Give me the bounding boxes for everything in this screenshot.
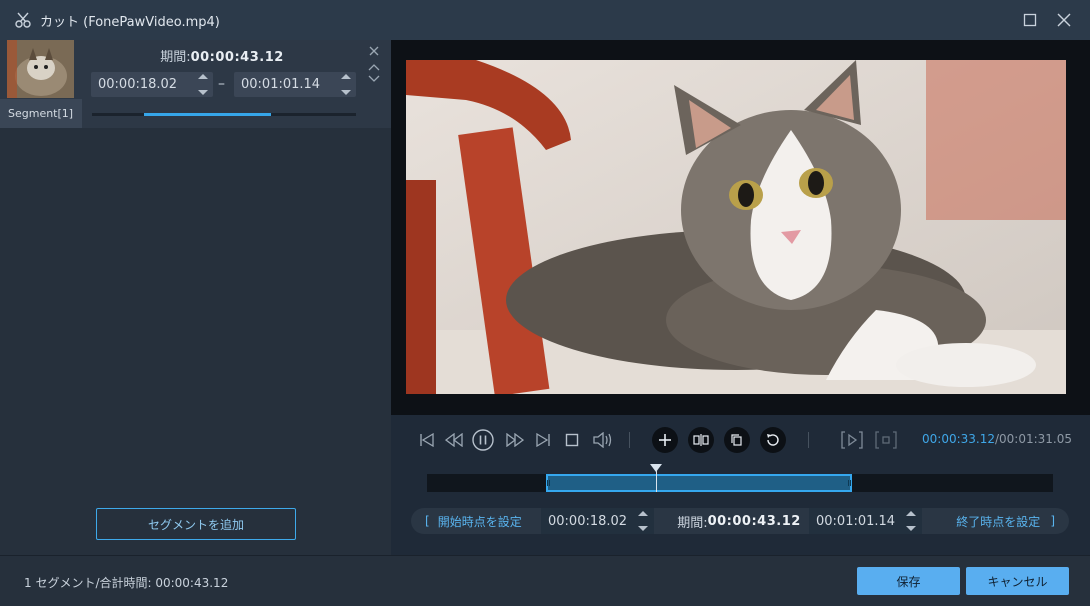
trim-timeline[interactable] [427,464,1053,492]
playback-controls: 00:00:33.12/00:01:31.05 [ 開始時点を設定 00:00:… [391,415,1090,555]
spin-up-icon[interactable] [341,74,351,79]
spin-down-icon[interactable] [198,90,208,95]
move-down-icon[interactable] [367,73,381,85]
trim-end-value: 00:01:01.14 [816,513,896,529]
segment-start-value: 00:00:18.02 [98,77,178,92]
video-preview[interactable] [406,60,1066,394]
spin-down-icon[interactable] [341,90,351,95]
playback-timecode: 00:00:33.12/00:01:31.05 [922,432,1072,446]
duration-label: 期間: [160,50,191,65]
divider [808,432,809,448]
set-end-label: 終了時点を設定 [956,514,1041,529]
scissors-icon [12,9,34,31]
move-up-icon[interactable] [367,61,381,73]
trim-duration-label: 期間: [677,515,708,531]
set-start-button[interactable]: [ 開始時点を設定 [425,508,522,534]
footer: 1 セグメント/合計時間: 00:00:43.12 保存 キャンセル [0,555,1090,606]
trim-duration: 期間: 00:00:43.12 [661,508,817,534]
segment-panel: Segment[1] 期間:00:00:43.12 00:00:18.02 – … [0,40,391,555]
trim-start-field[interactable]: 00:00:18.02 [541,508,654,534]
trim-duration-value: 00:00:43.12 [707,513,801,529]
trim-end-handle[interactable] [848,480,851,486]
fast-forward-icon[interactable] [504,429,526,451]
pause-button[interactable] [472,429,494,451]
add-cut-icon[interactable] [652,427,678,453]
segment-card[interactable]: Segment[1] 期間:00:00:43.12 00:00:18.02 – … [0,40,391,128]
spin-up-icon[interactable] [906,511,916,516]
trim-start-handle[interactable] [547,480,550,486]
split-icon[interactable] [688,427,714,453]
segment-duration: 期間:00:00:43.12 [82,46,362,65]
skip-to-start-icon[interactable] [416,429,438,451]
segment-end-stepper[interactable] [340,74,352,95]
segment-name: Segment[1] [0,99,82,128]
spin-down-icon[interactable] [638,526,648,531]
time-separator: – [218,76,225,92]
spin-down-icon[interactable] [906,526,916,531]
play-segment-icon[interactable] [841,429,863,451]
duration-value: 00:00:43.12 [190,50,284,65]
trim-bar: [ 開始時点を設定 00:00:18.02 期間: 00:00:43.12 00:… [411,508,1069,534]
segment-thumbnail [7,40,74,98]
segment-end-value: 00:01:01.14 [241,77,321,92]
trim-start-stepper[interactable] [637,511,649,531]
set-end-button[interactable]: 終了時点を設定 ] [956,508,1055,534]
segment-start-stepper[interactable] [197,74,209,95]
stop-segment-icon[interactable] [875,429,897,451]
video-area [391,40,1090,415]
trim-start-value: 00:00:18.02 [548,513,628,529]
add-segment-button[interactable]: セグメントを追加 [96,508,296,540]
save-button[interactable]: 保存 [857,567,960,595]
segment-start-field[interactable]: 00:00:18.02 [91,72,213,97]
spin-up-icon[interactable] [198,74,208,79]
trim-end-field[interactable]: 00:01:01.14 [809,508,922,534]
skip-to-end-icon[interactable] [532,429,554,451]
bracket-left-icon: [ [425,514,430,528]
spin-up-icon[interactable] [638,511,648,516]
set-start-label: 開始時点を設定 [437,514,522,529]
segment-range-track [92,113,356,116]
bracket-right-icon: ] [1050,514,1055,528]
playhead-marker-icon[interactable] [650,464,662,472]
cancel-button[interactable]: キャンセル [966,567,1069,595]
rewind-icon[interactable] [443,429,465,451]
stop-icon[interactable] [561,429,583,451]
segment-end-field[interactable]: 00:01:01.14 [234,72,356,97]
trim-selection[interactable] [546,474,852,492]
segment-range-fill [144,113,271,116]
reset-icon[interactable] [760,427,786,453]
divider [629,432,630,448]
window-title: カット (FonePawVideo.mp4) [40,14,220,30]
preview-panel: 00:00:33.12/00:01:31.05 [ 開始時点を設定 00:00:… [391,40,1090,555]
total-time: /00:01:31.05 [994,432,1073,446]
maximize-button[interactable] [1020,10,1040,30]
remove-segment-icon[interactable] [367,45,381,57]
copy-segment-icon[interactable] [724,427,750,453]
segment-summary: 1 セグメント/合計時間: 00:00:43.12 [24,576,229,590]
close-button[interactable] [1054,10,1074,30]
current-time: 00:00:33.12 [922,432,995,446]
volume-icon[interactable] [592,429,614,451]
trim-end-stepper[interactable] [905,511,917,531]
title-bar: カット (FonePawVideo.mp4) [0,0,1090,40]
